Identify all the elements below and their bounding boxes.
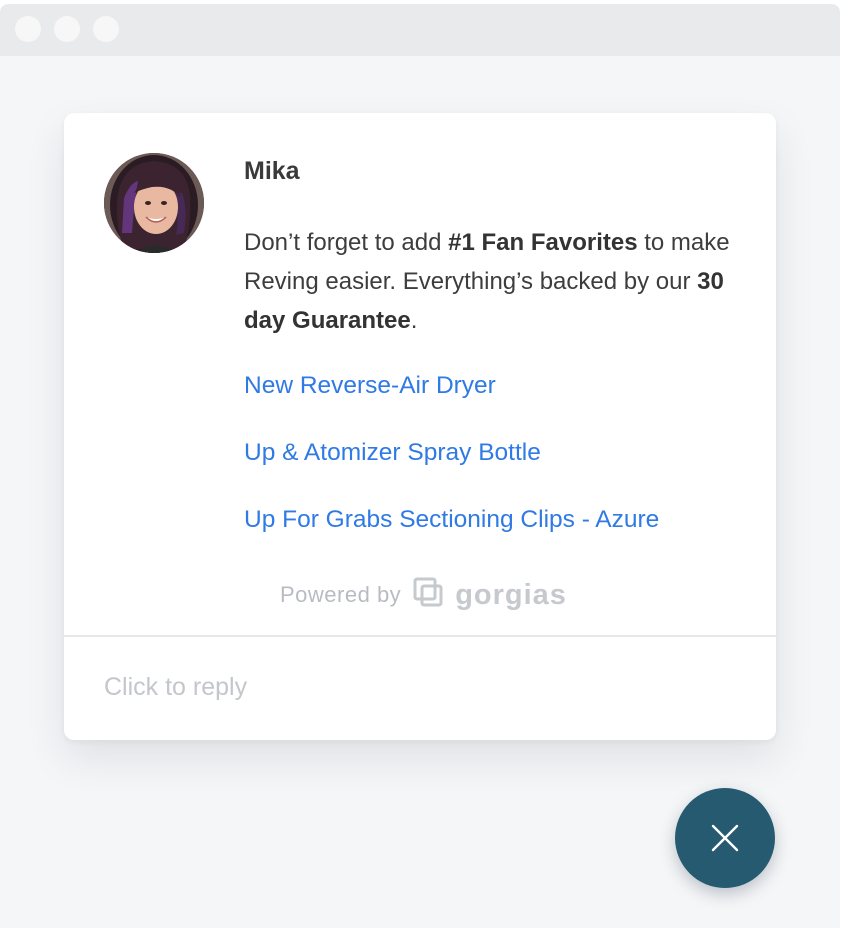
chat-message-text: Don’t forget to add #1 Fan Favorites to …	[244, 223, 744, 340]
avatar-image	[104, 153, 204, 253]
product-link[interactable]: New Reverse-Air Dryer	[244, 372, 496, 400]
window-control-dot[interactable]	[54, 16, 80, 42]
window-titlebar	[0, 4, 840, 56]
window-control-dot[interactable]	[15, 16, 41, 42]
window-control-dot[interactable]	[93, 16, 119, 42]
chat-message-card: Mika Don’t forget to add #1 Fan Favorite…	[64, 113, 776, 740]
message-text-part: .	[410, 307, 418, 334]
powered-by-label: Powered by	[280, 582, 402, 607]
browser-window: Mika Don’t forget to add #1 Fan Favorite…	[0, 4, 840, 928]
close-icon	[711, 824, 739, 852]
product-link[interactable]: Up For Grabs Sectioning Clips - Azure	[244, 506, 659, 534]
message-bold-text: #1 Fan Favorites	[448, 229, 638, 256]
divider	[64, 635, 776, 637]
brand-wordmark: gorgias	[455, 578, 567, 611]
close-chat-button[interactable]	[675, 788, 775, 888]
avatar	[104, 153, 204, 253]
powered-by-footer[interactable]: Powered by gorgias	[280, 577, 567, 613]
message-text-part: Don’t forget to add	[244, 229, 449, 256]
reply-input[interactable]: Click to reply	[104, 673, 247, 702]
product-link[interactable]: Up & Atomizer Spray Bottle	[244, 439, 541, 467]
gorgias-logo-icon	[413, 577, 443, 614]
sender-name: Mika	[244, 157, 300, 185]
